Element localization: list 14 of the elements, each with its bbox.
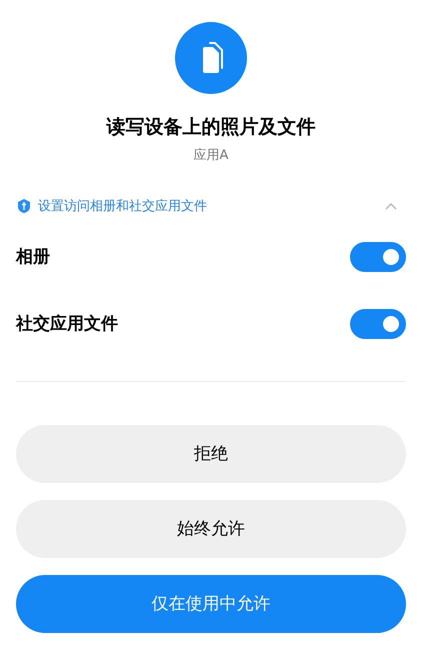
dialog-title: 读写设备上的照片及文件 (105, 116, 316, 140)
action-button[interactable]: 仅在使用中允许 (16, 575, 406, 634)
app-name: 应用A (192, 146, 230, 165)
action-button[interactable]: 始终允许 (16, 500, 406, 558)
toggle-switch[interactable] (350, 242, 406, 272)
section-header[interactable]: 设置访问相册和社交应用文件 (16, 195, 406, 218)
toggle-label: 社交应用文件 (16, 312, 118, 336)
toggle-label: 相册 (16, 246, 50, 268)
shield-icon (16, 198, 32, 214)
toggle-switch[interactable] (350, 309, 406, 340)
section-label: 设置访问相册和社交应用文件 (38, 198, 207, 216)
action-button[interactable]: 拒绝 (16, 425, 406, 484)
file-icon (175, 22, 247, 94)
chevron-icon (384, 201, 398, 212)
